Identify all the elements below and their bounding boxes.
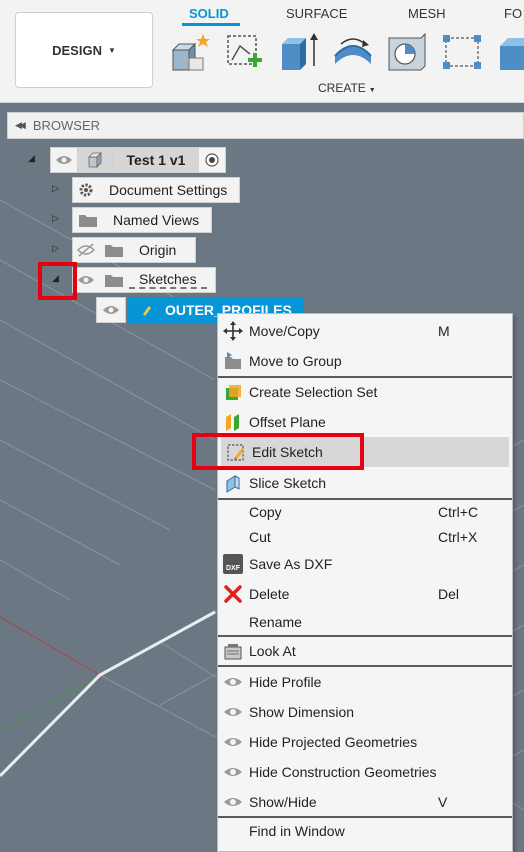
- menu-item-rename[interactable]: Rename: [218, 607, 512, 637]
- browser-item-origin[interactable]: Origin: [72, 237, 196, 263]
- gear-icon: [73, 182, 99, 198]
- folder-move-icon: [225, 352, 241, 369]
- eye-icon: [224, 738, 242, 746]
- menu-item-hide-projected-geometries[interactable]: Hide Projected Geometries: [218, 727, 512, 757]
- highlight-box-edit-sketch: [192, 433, 364, 470]
- folder-icon: [99, 242, 129, 258]
- eye-icon[interactable]: [98, 304, 124, 316]
- menu-item-look-at[interactable]: Look At: [218, 636, 512, 666]
- tab-surface[interactable]: SURFACE: [286, 6, 347, 21]
- eye-icon: [224, 798, 242, 806]
- slice-sketch-icon: [226, 475, 240, 493]
- caret-down-icon: ▼: [368, 87, 376, 94]
- menu-item-move-copy[interactable]: Move/Copy M: [218, 316, 512, 346]
- tab-mesh[interactable]: MESH: [408, 6, 446, 21]
- new-component-icon[interactable]: [167, 30, 211, 74]
- menu-item-delete[interactable]: Delete Del: [218, 579, 512, 609]
- context-menu: Move/Copy M Move to Group Create Selecti…: [217, 313, 513, 852]
- menu-item-move-to-group[interactable]: Move to Group: [218, 346, 512, 376]
- expand-triangle-icon[interactable]: ▷: [52, 183, 59, 194]
- browser-item-named-views[interactable]: Named Views: [72, 207, 212, 233]
- eye-icon: [224, 768, 242, 776]
- menu-item-create-selection-set[interactable]: Create Selection Set: [218, 377, 512, 407]
- menu-item-show-hide[interactable]: Show/Hide V: [218, 787, 512, 817]
- item-label: Origin: [139, 242, 177, 258]
- offset-plane-icon: [226, 414, 239, 431]
- menu-item-hide-construction-geometries[interactable]: Hide Construction Geometries: [218, 757, 512, 787]
- highlight-box-expander: [38, 262, 77, 300]
- pattern-icon[interactable]: [440, 30, 484, 74]
- menu-item-cut[interactable]: Cut Ctrl+X: [218, 522, 512, 552]
- look-at-icon: [224, 644, 242, 660]
- sketch-visibility[interactable]: [96, 297, 126, 323]
- eye-icon: [224, 708, 242, 716]
- collapse-icon[interactable]: ◀◀: [15, 120, 26, 131]
- active-tab-indicator: [182, 23, 240, 26]
- menu-item-show-dimension[interactable]: Show Dimension: [218, 697, 512, 727]
- item-label: Document Settings: [109, 182, 228, 198]
- menu-item-find-in-window[interactable]: Find in Window: [218, 816, 512, 846]
- create-menu[interactable]: CREATE ▼: [318, 81, 376, 95]
- browser-root-node[interactable]: Test 1 v1: [50, 147, 226, 173]
- extrude-icon[interactable]: [276, 30, 320, 74]
- item-label: Named Views: [113, 212, 200, 228]
- activate-radio-icon[interactable]: [199, 153, 225, 167]
- hole-icon[interactable]: [385, 30, 429, 74]
- root-label: Test 1 v1: [113, 148, 199, 172]
- menu-item-slice-sketch[interactable]: Slice Sketch: [218, 468, 512, 498]
- browser-item-sketches[interactable]: Sketches: [72, 267, 216, 293]
- sketch-icon: [129, 303, 165, 317]
- workspace-label: DESIGN: [52, 42, 102, 58]
- folder-icon: [73, 212, 103, 228]
- caret-down-icon: ▼: [107, 45, 116, 55]
- expand-triangle-icon[interactable]: ◢: [28, 153, 35, 164]
- more-icon[interactable]: [494, 30, 524, 74]
- menu-item-save-as-dxf[interactable]: DXF Save As DXF: [218, 549, 512, 579]
- eye-icon[interactable]: [51, 154, 77, 166]
- selection-set-icon: [226, 385, 241, 400]
- component-icon: [77, 148, 113, 172]
- tab-solid[interactable]: SOLID: [189, 6, 229, 21]
- move-icon: [223, 321, 243, 341]
- browser-item-document-settings[interactable]: Document Settings: [72, 177, 240, 203]
- delete-x-icon: [224, 585, 242, 603]
- item-label: Sketches: [129, 271, 207, 289]
- folder-icon: [99, 272, 129, 288]
- toolbar: DESIGN ▼ SOLID SURFACE MESH FO CREATE ▼: [0, 0, 524, 103]
- eye-icon: [224, 678, 242, 686]
- tab-form[interactable]: FO: [504, 6, 522, 21]
- menu-item-hide-profile[interactable]: Hide Profile: [218, 667, 512, 697]
- browser-title: BROWSER: [32, 118, 101, 133]
- browser-header[interactable]: ◀◀ BROWSER: [7, 112, 524, 139]
- workspace-switcher[interactable]: DESIGN ▼: [15, 12, 153, 88]
- eye-hidden-icon[interactable]: [73, 243, 99, 257]
- create-sketch-icon[interactable]: [222, 30, 266, 74]
- revolve-icon[interactable]: [331, 30, 375, 74]
- create-label: CREATE: [318, 81, 366, 95]
- expand-triangle-icon[interactable]: ▷: [52, 243, 59, 254]
- expand-triangle-icon[interactable]: ▷: [52, 213, 59, 224]
- dxf-file-icon: DXF: [223, 554, 243, 574]
